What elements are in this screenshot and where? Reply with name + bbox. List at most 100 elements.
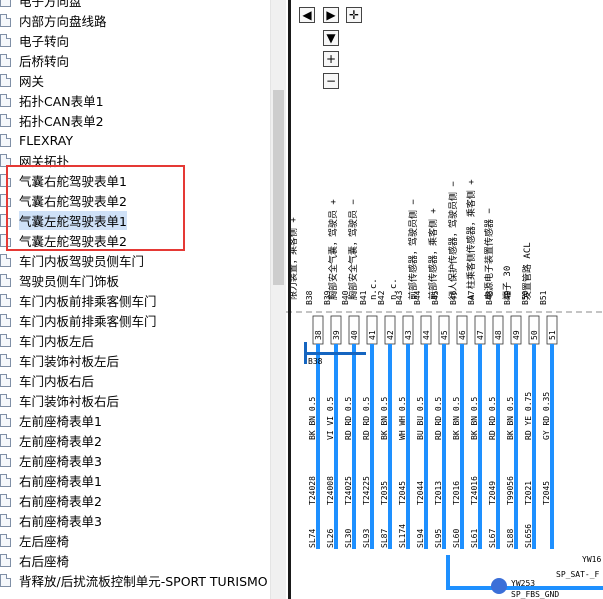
wire-spec: BK BN 0.5: [308, 396, 317, 440]
tree-item[interactable]: 电子方向盘: [0, 0, 82, 10]
tree-item[interactable]: 右前座椅表单2: [0, 490, 102, 510]
tree-item-label: 车门内板前排乘客侧车门: [19, 313, 157, 329]
pin-description: A 柱乘客侧传感器，乘客侧 +: [465, 179, 477, 300]
ground-code: SL88: [506, 529, 515, 548]
tree-item[interactable]: 车门内板左后: [0, 330, 94, 350]
ground-code: SL61: [470, 529, 479, 548]
document-icon: [0, 333, 11, 347]
wire: [550, 344, 554, 549]
tree-item[interactable]: 车门内板驾驶员侧车门: [0, 250, 144, 270]
splice-node: [491, 578, 507, 594]
bus-stub: [304, 342, 307, 364]
tree-item[interactable]: 车门内板前排乘客侧车门: [0, 310, 157, 330]
wire: [478, 344, 482, 549]
tree-item[interactable]: 内部方向盘线路: [0, 10, 107, 30]
document-icon: [0, 553, 11, 567]
tree-scrollbar[interactable]: [270, 0, 286, 599]
wire: [370, 344, 374, 549]
pin-number: 42: [386, 330, 395, 340]
tree-item[interactable]: 左前座椅表单1: [0, 410, 102, 430]
wire-spec: BK BN 0.5: [506, 396, 515, 440]
pin-code: B43: [395, 290, 404, 305]
wire-spec: BK BN 0.5: [470, 396, 479, 440]
pin-number: 46: [458, 330, 467, 340]
document-icon: [0, 273, 11, 287]
ground-code: SL174: [398, 524, 407, 548]
ground-code: SL94: [416, 529, 425, 548]
zoom-out-button[interactable]: −: [323, 73, 339, 89]
tree-item[interactable]: 右前座椅表单3: [0, 510, 102, 530]
tree-item[interactable]: 右前座椅表单1: [0, 470, 102, 490]
tree-item[interactable]: 右后座椅: [0, 550, 69, 570]
pan-right-button[interactable]: ▶: [323, 7, 339, 23]
document-icon: [0, 453, 11, 467]
tree-item[interactable]: 网关: [0, 70, 44, 90]
tree-item[interactable]: 后桥转向: [0, 50, 69, 70]
wire: [442, 344, 446, 549]
wire-spec: GY RD 0.35: [542, 392, 551, 440]
tree-item-label: 后桥转向: [19, 53, 70, 69]
tree-item[interactable]: 拓扑CAN表单1: [0, 90, 104, 110]
document-icon: [0, 513, 11, 527]
ground-code: SL74: [308, 529, 317, 548]
document-icon: [0, 113, 11, 127]
document-icon: [0, 493, 11, 507]
pin-code: B44: [413, 290, 422, 305]
wire-spec: RD RD 0.5: [434, 396, 443, 440]
tree-item-label: 车门装饰衬板左后: [19, 353, 120, 369]
document-icon: [0, 413, 11, 427]
tree-item-label: 右前座椅表单3: [19, 513, 102, 529]
tree-item[interactable]: 背释放/后扰流板控制单元-SPORT TURISMO: [0, 570, 268, 590]
wire-spec: BK BN 0.5: [452, 396, 461, 440]
tree-item[interactable]: 车门内板前排乘客侧车门: [0, 290, 157, 310]
document-icon: [0, 0, 11, 7]
tree-item[interactable]: FLEXRAY: [0, 130, 73, 150]
wire-spec: RD RD 0.5: [362, 396, 371, 440]
tree-item-label: 左前座椅表单1: [19, 413, 102, 429]
tree-item[interactable]: 左前座椅表单3: [0, 450, 102, 470]
tree-item-label: 拓扑CAN表单2: [19, 113, 104, 129]
wire-spec: RD RD 0.5: [488, 396, 497, 440]
wire: [334, 344, 338, 549]
pin-code: B41: [359, 290, 368, 305]
tree-item[interactable]: 电子转向: [0, 30, 69, 50]
scrollbar-thumb[interactable]: [273, 90, 284, 285]
tree-item-label: 内部方向盘线路: [19, 13, 107, 29]
pin-code: B39: [323, 290, 332, 305]
document-icon: [0, 433, 11, 447]
pan-left-button[interactable]: ◀: [299, 7, 315, 23]
pan-down-button[interactable]: ▼: [323, 30, 339, 46]
tree-item[interactable]: 车门装饰衬板右后: [0, 390, 119, 410]
tree-item[interactable]: 左前座椅表单2: [0, 430, 102, 450]
tree-item[interactable]: 车门内板右后: [0, 370, 94, 390]
document-icon: [0, 353, 11, 367]
diagram-viewer[interactable]: 限力装置，乘客侧 + 胸部安全气囊，驾驶员 + 胸部安全气囊，驾驶员 − n.c. n.…: [286, 0, 603, 599]
pin-code: B42: [377, 290, 386, 305]
document-tree: 电子方向盘内部方向盘线路 电子转向后桥转向 网关拓扑CAN表单1 拓扑CAN表单2 FL…: [0, 0, 270, 599]
ground-code: SL67: [488, 529, 497, 548]
tree-item[interactable]: 车门装饰衬板左后: [0, 350, 119, 370]
tree-item-label: 右后座椅: [19, 553, 70, 569]
tree-item[interactable]: 拓扑CAN表单2: [0, 110, 104, 130]
highlight-box: [6, 165, 185, 251]
wire: [316, 344, 320, 549]
tree-item[interactable]: 驾驶员侧车门饰板: [0, 270, 119, 290]
pin-description: 胸部安全气囊，驾驶员 −: [347, 199, 359, 300]
tree-item-label: 车门内板右后: [19, 373, 95, 389]
wire: [532, 344, 536, 549]
document-icon: [0, 573, 11, 587]
corner-label: YW16: [582, 555, 601, 564]
tree-item-label: 车门内板驾驶员侧车门: [19, 253, 145, 269]
wire-spec: RD YE 0.75: [524, 392, 533, 440]
wire: [424, 344, 428, 549]
pin-number: 45: [440, 330, 449, 340]
pin-code: B50: [521, 290, 530, 305]
document-icon: [0, 313, 11, 327]
tree-item-label: 拓扑CAN表单1: [19, 93, 104, 109]
zoom-in-button[interactable]: +: [323, 51, 339, 67]
pan-center-button[interactable]: ✛: [346, 7, 362, 23]
document-icon: [0, 293, 11, 307]
wire: [496, 344, 500, 549]
tree-item[interactable]: 左后座椅: [0, 530, 69, 550]
pin-number: 44: [422, 330, 431, 340]
